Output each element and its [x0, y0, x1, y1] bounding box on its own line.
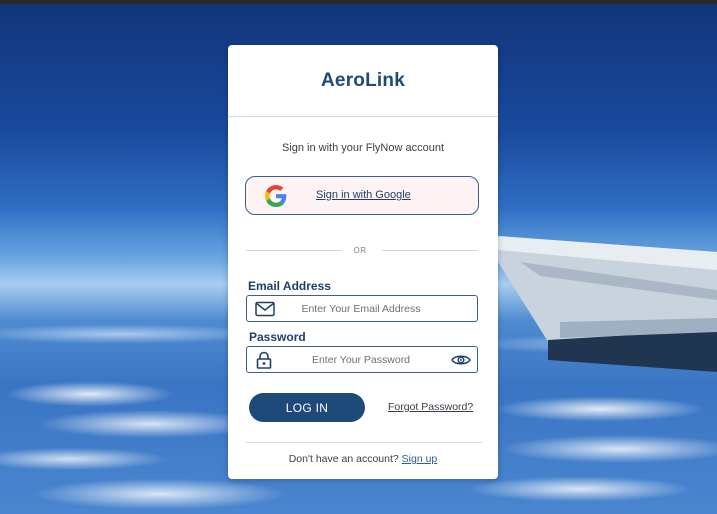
- google-signin-button[interactable]: Sign in with Google: [245, 176, 479, 215]
- google-signin-label: Sign in with Google: [316, 189, 411, 201]
- eye-icon[interactable]: [451, 353, 471, 367]
- signup-prompt-text: Don't have an account?: [288, 453, 399, 465]
- login-button[interactable]: LOG IN: [249, 393, 365, 422]
- google-g-icon: [265, 185, 287, 207]
- email-field[interactable]: [246, 295, 478, 322]
- email-label: Email Address: [248, 279, 331, 293]
- divider-right: [382, 250, 478, 251]
- password-field[interactable]: [246, 346, 478, 373]
- mail-icon: [255, 301, 275, 317]
- password-label: Password: [249, 330, 306, 344]
- footer-divider: [246, 442, 482, 443]
- login-card: AeroLink Sign in with your FlyNow accoun…: [228, 45, 498, 479]
- signup-prompt-row: Don't have an account? Sign up: [228, 453, 498, 465]
- forgot-password-link[interactable]: Forgot Password?: [388, 401, 473, 413]
- lock-icon: [256, 351, 272, 369]
- signin-subtitle: Sign in with your FlyNow account: [281, 142, 444, 154]
- password-input[interactable]: [281, 350, 441, 369]
- brand-title: AeroLink: [228, 45, 498, 117]
- signup-link[interactable]: Sign up: [402, 453, 438, 465]
- email-input[interactable]: [281, 299, 441, 318]
